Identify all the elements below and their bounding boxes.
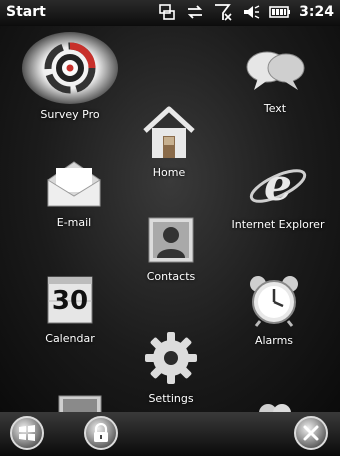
clock[interactable]: 3:24 bbox=[299, 4, 334, 20]
signal-off-icon[interactable] bbox=[213, 2, 233, 22]
envelope-icon bbox=[44, 158, 104, 210]
app-alarms[interactable]: Alarms bbox=[236, 272, 312, 347]
battery-icon[interactable] bbox=[269, 2, 291, 22]
games-icon bbox=[259, 404, 291, 412]
text-label: Text bbox=[263, 102, 287, 115]
app-partial-right[interactable] bbox=[250, 398, 300, 412]
app-contacts[interactable]: Contacts bbox=[138, 216, 204, 283]
pictures-icon bbox=[58, 395, 102, 412]
start-canvas: Survey Pro Text Home E-mail e Internet E… bbox=[0, 26, 340, 412]
connectivity-icon[interactable] bbox=[157, 2, 177, 22]
app-survey-pro[interactable]: Survey Pro bbox=[20, 32, 120, 121]
speech-bubbles-icon bbox=[244, 46, 306, 96]
status-icons: 3:24 bbox=[157, 2, 334, 22]
close-icon bbox=[303, 425, 319, 441]
app-internet-explorer[interactable]: e Internet Explorer bbox=[226, 160, 330, 231]
volume-icon[interactable] bbox=[241, 2, 261, 22]
internet-explorer-icon: e bbox=[247, 160, 309, 212]
sync-icon bbox=[187, 5, 203, 19]
app-email[interactable]: E-mail bbox=[36, 158, 112, 229]
windows-start-icon bbox=[19, 425, 35, 441]
lock-icon bbox=[94, 423, 108, 442]
app-calendar[interactable]: 30 Calendar bbox=[32, 274, 108, 345]
survey-pro-label: Survey Pro bbox=[40, 108, 100, 121]
status-title: Start bbox=[6, 4, 46, 20]
ie-label: Internet Explorer bbox=[231, 218, 325, 231]
close-button[interactable] bbox=[294, 416, 328, 450]
gear-icon bbox=[143, 330, 199, 386]
calendar-day-number: 30 bbox=[51, 286, 89, 316]
email-label: E-mail bbox=[56, 216, 92, 229]
survey-pro-icon bbox=[22, 32, 118, 104]
calendar-icon: 30 bbox=[45, 274, 95, 326]
svg-text:e: e bbox=[264, 160, 292, 211]
contacts-label: Contacts bbox=[146, 270, 196, 283]
home-icon bbox=[140, 104, 198, 160]
alarms-label: Alarms bbox=[254, 334, 294, 347]
contact-card-icon bbox=[147, 216, 195, 264]
status-bar: Start 3:24 bbox=[0, 0, 340, 26]
phone-screen: Start 3:24 Survey Pro Text Home E-mail e… bbox=[0, 0, 340, 456]
alarm-clock-icon bbox=[246, 272, 302, 328]
app-text[interactable]: Text bbox=[232, 46, 318, 115]
start-button[interactable] bbox=[10, 416, 44, 450]
app-home[interactable]: Home bbox=[134, 104, 204, 179]
bottom-bar bbox=[0, 412, 340, 456]
settings-label: Settings bbox=[148, 392, 194, 405]
app-settings[interactable]: Settings bbox=[136, 330, 206, 405]
home-label: Home bbox=[152, 166, 186, 179]
lock-button[interactable] bbox=[84, 416, 118, 450]
calendar-label: Calendar bbox=[45, 332, 95, 345]
app-partial-left[interactable] bbox=[50, 394, 110, 412]
